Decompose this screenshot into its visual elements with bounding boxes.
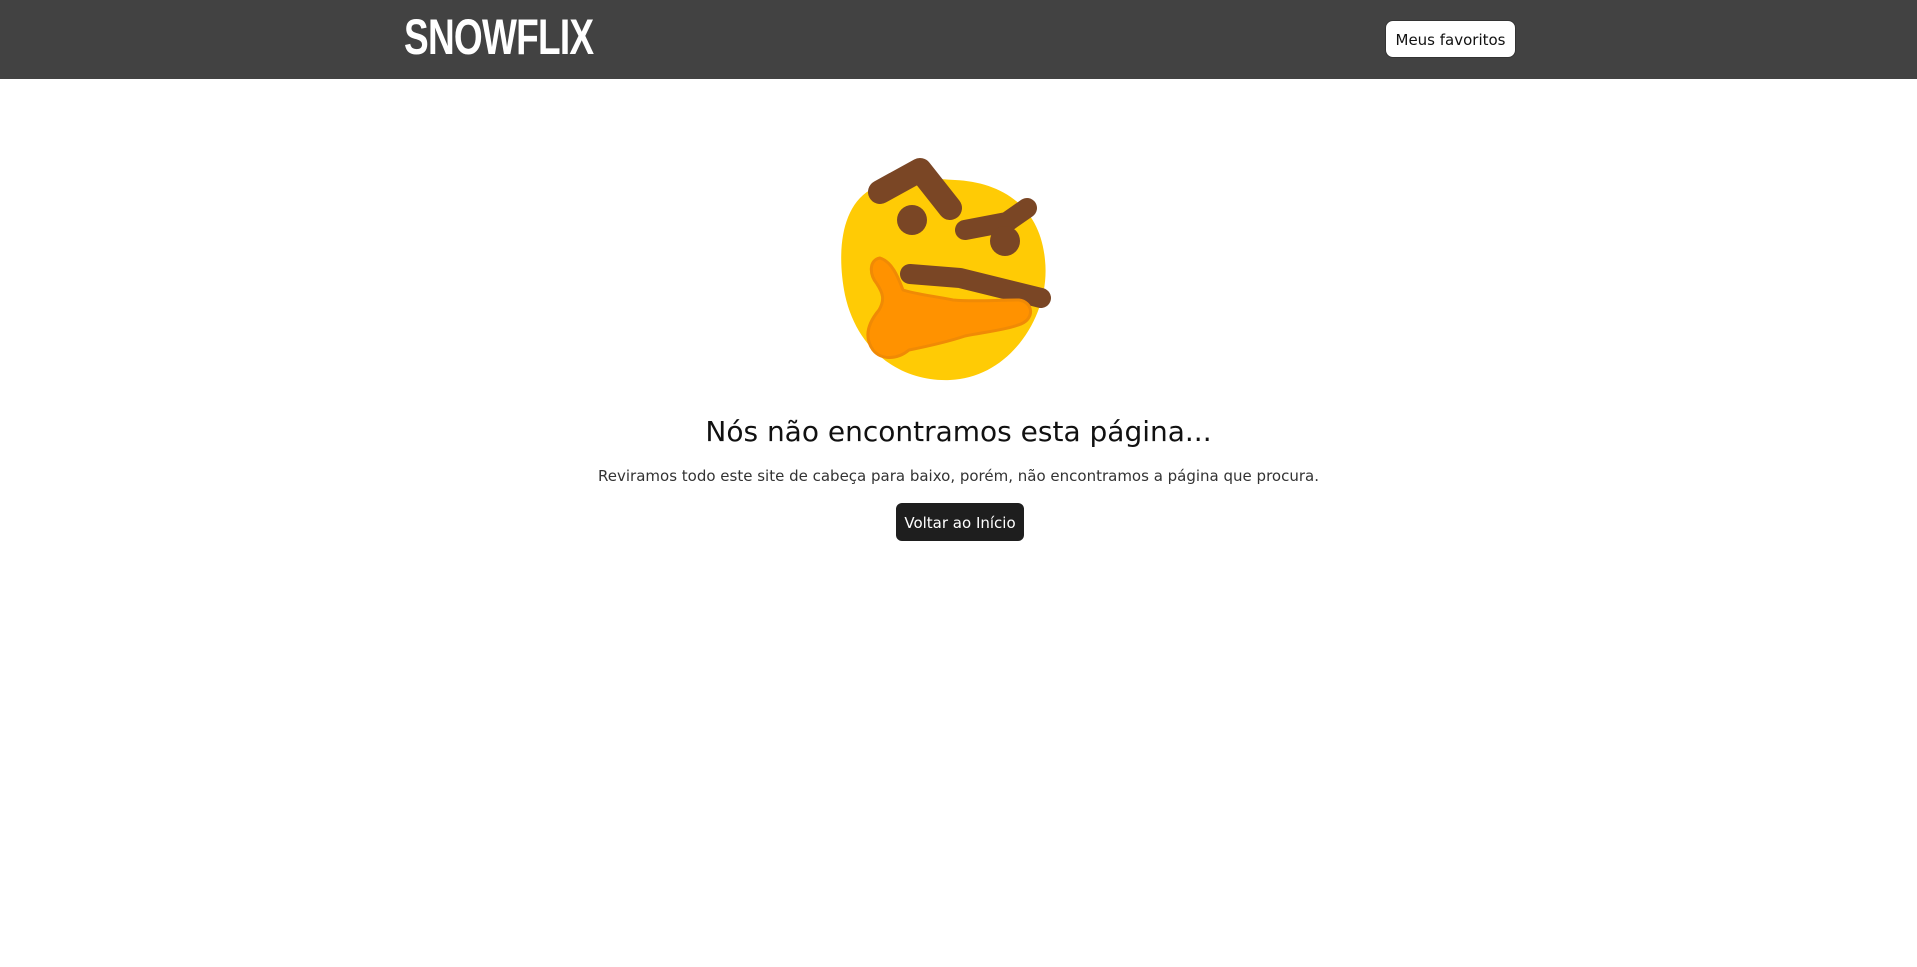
back-to-home-button[interactable]: Voltar ao Início [896,503,1024,541]
my-favorites-button[interactable]: Meus favoritos [1385,20,1516,58]
page-title: Nós não encontramos esta página... [705,415,1212,448]
top-navbar: SNOWFLIX Meus favoritos [0,0,1917,79]
not-found-message: Reviramos todo este site de cabeça para … [598,467,1319,485]
thinking-face-icon [841,158,1051,381]
right-eye [990,226,1020,256]
snowflix-logo[interactable]: SNOWFLIX [404,6,594,68]
left-eye [897,205,927,235]
